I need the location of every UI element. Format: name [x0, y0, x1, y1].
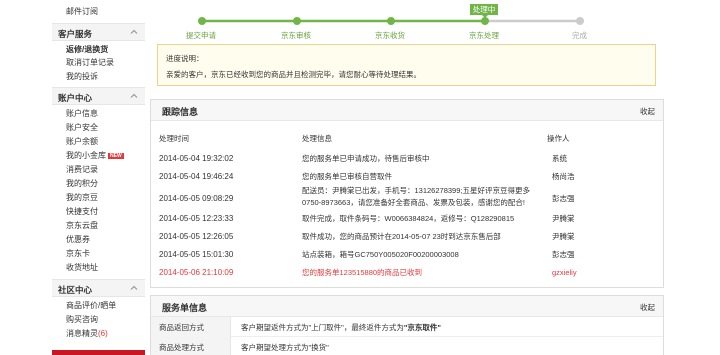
step-label-reviewed: 京东审核: [281, 31, 311, 40]
sidebar-item-jd-beans[interactable]: 我的京豆: [66, 193, 98, 203]
service-row-return-method: 商品返回方式 客户期望返件方式为"上门取件"，最终返件方式为"京东取件": [151, 317, 663, 337]
service-value-text: 客户期望返件方式为"上门取件"，最终返件方式为: [241, 323, 404, 332]
step-dot-received: [387, 17, 395, 25]
service-order-panel: 服务单信息 收起 商品返回方式 客户期望返件方式为"上门取件"，最终返件方式为"…: [150, 295, 664, 355]
sidebar-item-account-info[interactable]: 账户信息: [66, 109, 98, 119]
row-info: 取件成功，您的商品预计在2014-05-07 23时到达京东售后部: [302, 232, 501, 241]
step-dot-submitted: [198, 17, 206, 25]
sidebar-section-title: 账户中心: [58, 93, 93, 103]
progress-line: [198, 17, 584, 25]
service-row-value: 客户期望返件方式为"上门取件"，最终返件方式为"京东取件": [241, 322, 441, 333]
step-label-received: 京东收货: [375, 31, 405, 40]
sidebar-item-returns[interactable]: 返修/退换货: [66, 45, 108, 55]
sidebar-item-points[interactable]: 我的积分: [66, 179, 98, 189]
row-time: 2014-05-05 12:23:33: [159, 214, 234, 223]
sidebar-item-jd-card[interactable]: 京东卡: [66, 249, 90, 259]
sidebar-item-coupons[interactable]: 优惠券: [66, 235, 90, 245]
row-info: 取件完成，取件条码号：W0066384824，返修号：Q128290815: [302, 214, 515, 223]
step-dot-complete: [576, 17, 584, 25]
chevron-up-icon: [130, 93, 138, 98]
row-info: 配送员：尹腾棠已出发，手机号：13126278399;五星好评京豆得更多: [302, 186, 530, 195]
panel-title: 跟踪信息: [162, 107, 199, 117]
column-header-info: 处理信息: [302, 134, 332, 143]
row-info: 您的服务单123515880的商品已收到: [302, 268, 423, 277]
service-row-label: 商品处理方式: [159, 343, 204, 352]
sidebar-item-reviews[interactable]: 商品评价/晒单: [66, 301, 116, 311]
sidebar-section-title: 社区中心: [58, 285, 93, 295]
sidebar-item-spending-records[interactable]: 消费记录: [66, 165, 98, 175]
column-header-time: 处理时间: [159, 134, 189, 143]
service-row-handling-method: 商品处理方式 客户期望处理方式为"换货": [151, 337, 663, 355]
sidebar-item-account-balance[interactable]: 账户余额: [66, 137, 98, 147]
panel-title: 服务单信息: [162, 303, 208, 313]
progress-notice: 进度说明： 亲爱的客户，京东已经收到您的商品并且检测完毕，请您耐心等待处理结果。: [157, 44, 656, 86]
sidebar-section-account-center[interactable]: 账户中心: [52, 87, 145, 105]
row-info: 站点装箱，箱号GC750Y005020F00200003008: [302, 250, 459, 259]
sidebar-item-messages[interactable]: 消息精灵(6): [66, 329, 108, 339]
sidebar-section-customer-service[interactable]: 客户服务: [52, 23, 145, 41]
service-panel-header: 服务单信息 收起: [151, 296, 663, 317]
step-label-submitted: 提交申请: [186, 31, 216, 40]
sidebar-section-community[interactable]: 社区中心: [52, 279, 145, 297]
chevron-up-icon: [130, 29, 138, 34]
service-value-strong: "京东取件": [403, 323, 441, 332]
progress-tracker: 处理中 提交申请 京东审核 京东收货 京东处理 完成: [150, 0, 664, 42]
column-header-operator: 操作人: [547, 134, 570, 143]
row-operator: 彭志强: [552, 250, 575, 259]
sidebar-item-label: 我的小金库: [66, 151, 106, 160]
collapse-button[interactable]: 收起: [640, 106, 655, 117]
service-row-label: 商品返回方式: [159, 323, 204, 332]
row-time: 2014-05-05 15:01:30: [159, 250, 234, 259]
tracking-panel: 跟踪信息 收起 处理时间 处理信息 操作人 2014-05-04 19:32:0…: [150, 99, 664, 288]
row-operator: 尹腾棠: [552, 232, 575, 241]
step-dot-reviewed: [293, 17, 301, 25]
sidebar-item-label: 消息精灵: [66, 329, 98, 338]
row-operator: 杨尚浩: [552, 172, 575, 181]
message-count: (6): [98, 329, 108, 338]
collapse-button[interactable]: 收起: [640, 302, 655, 313]
tracking-panel-header: 跟踪信息 收起: [151, 100, 663, 121]
row-info: 您的服务单已审核自营取件: [302, 172, 392, 181]
row-time: 2014-05-04 19:32:02: [159, 154, 234, 163]
sidebar-item-inquiries[interactable]: 购买咨询: [66, 315, 98, 325]
sidebar-item-cloud-drive[interactable]: 京东云盘: [66, 221, 98, 231]
row-operator: gzxieliy: [552, 268, 577, 277]
row-operator: 彭志强: [552, 194, 575, 203]
current-step-tag: 处理中: [470, 4, 498, 18]
chevron-up-icon: [130, 285, 138, 290]
sidebar-item-cancelled-orders[interactable]: 取消订单记录: [66, 58, 114, 68]
row-operator: 系统: [552, 154, 567, 163]
sidebar-item-quick-pay[interactable]: 快捷支付: [66, 207, 98, 217]
sidebar-section-title: 客户服务: [58, 29, 93, 39]
sidebar-item-treasury[interactable]: 我的小金库 NEW: [66, 151, 124, 161]
row-time: 2014-05-05 12:26:05: [159, 232, 234, 241]
sidebar-item-account-security[interactable]: 账户安全: [66, 123, 98, 133]
service-row-label-cell: 商品处理方式: [151, 337, 231, 355]
step-dot-processing: [481, 17, 489, 25]
sidebar-item-complaints[interactable]: 我的投诉: [66, 72, 98, 82]
notice-title: 进度说明：: [166, 54, 204, 63]
row-time: 2014-05-04 19:46:24: [159, 172, 234, 181]
sidebar-bottom-bar: [52, 350, 145, 355]
row-operator: 尹腾棠: [552, 214, 575, 223]
service-value-text: 客户期望处理方式为"换货": [241, 343, 329, 352]
sidebar-item-email-subscription[interactable]: 邮件订阅: [66, 7, 98, 17]
step-label-complete: 完成: [572, 31, 587, 40]
main-content: 处理中 提交申请 京东审核 京东收货 京东处理 完成 进度说明： 亲爱的客户，京…: [150, 0, 664, 355]
row-info: 您的服务单已申请成功，待售后审核中: [302, 154, 430, 163]
service-row-value: 客户期望处理方式为"换货": [241, 342, 329, 353]
sidebar: 邮件订阅 客户服务 返修/退换货 取消订单记录 我的投诉 账户中心 账户信息 账…: [52, 0, 145, 355]
row-time: 2014-05-06 21:10:09: [159, 268, 234, 277]
row-info-line2: 0750-8973663，请您准备好全套商品、发票及包装，感谢您的配合!: [302, 198, 525, 207]
sidebar-item-shipping-address[interactable]: 收货地址: [66, 263, 98, 273]
service-row-label-cell: 商品返回方式: [151, 317, 231, 337]
notice-text: 亲爱的客户，京东已经收到您的商品并且检测完毕，请您耐心等待处理结果。: [166, 70, 421, 79]
row-time: 2014-05-05 09:08:29: [159, 194, 234, 203]
new-badge: NEW: [108, 153, 124, 159]
step-label-processing: 京东处理: [469, 31, 499, 40]
